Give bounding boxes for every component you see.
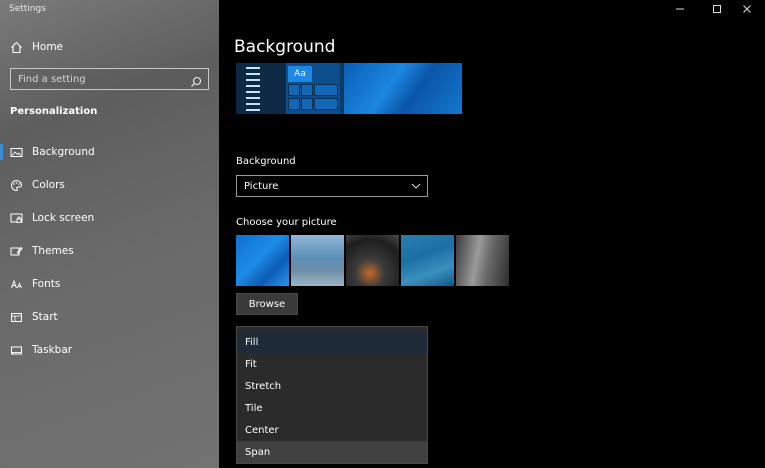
picture-thumbnail[interactable] [401, 235, 454, 286]
preview-tile [314, 84, 338, 96]
picture-thumbnail[interactable] [291, 235, 344, 286]
preview-menu-line [246, 85, 260, 87]
sidebar-item-label: Start [32, 311, 58, 323]
preview-menu-line [246, 79, 260, 81]
background-type-select[interactable]: Picture [236, 175, 428, 197]
preview-tiles: Aa [286, 63, 340, 114]
fonts-icon [9, 277, 23, 291]
lock-screen-icon [9, 211, 23, 225]
preview-sample-text: Aa [288, 66, 312, 82]
picture-thumbnail[interactable] [236, 235, 289, 286]
sidebar-item-taskbar[interactable]: Taskbar [0, 337, 219, 363]
sidebar-item-label: Home [32, 41, 64, 53]
start-icon [9, 310, 23, 324]
sidebar-item-label: Lock screen [32, 212, 95, 224]
page-title: Background [234, 37, 336, 57]
preview-menu-line [246, 67, 260, 69]
close-button[interactable] [729, 0, 765, 18]
minimize-button[interactable] [662, 0, 698, 18]
section-heading: Personalization [10, 106, 98, 117]
sidebar-item-label: Background [32, 146, 95, 158]
preview-menu-line [246, 97, 260, 99]
close-icon [743, 5, 751, 13]
sidebar: Settings Home Personalization Background… [0, 0, 219, 468]
background-label: Background [236, 156, 296, 167]
maximize-icon [713, 5, 721, 13]
home-icon [9, 40, 23, 54]
sidebar-item-background[interactable]: Background [0, 139, 219, 165]
fit-option-stretch[interactable]: Stretch [237, 375, 427, 397]
search-icon[interactable] [190, 73, 202, 87]
fit-option-fit[interactable]: Fit [237, 353, 427, 375]
preview-menu-line [246, 91, 260, 93]
choose-picture-label: Choose your picture [236, 217, 337, 228]
picture-thumbnail[interactable] [456, 235, 509, 286]
search-input[interactable] [18, 73, 188, 85]
fit-option-tile[interactable]: Tile [237, 397, 427, 419]
app-title: Settings [9, 4, 46, 14]
preview-desktop [344, 63, 462, 114]
sidebar-item-label: Themes [32, 245, 74, 257]
background-type-value: Picture [244, 180, 279, 192]
preview-menu-line [246, 73, 260, 75]
preview-menu-line [246, 109, 260, 111]
sidebar-item-home[interactable]: Home [0, 34, 219, 60]
palette-icon [9, 178, 23, 192]
sidebar-item-label: Fonts [32, 278, 61, 290]
preview-tile [301, 98, 313, 110]
fit-option-span[interactable]: Span [237, 441, 427, 463]
picture-icon [9, 145, 23, 159]
background-preview: Aa [236, 63, 462, 114]
minimize-icon [676, 8, 684, 10]
preview-start-menu [236, 63, 286, 114]
preview-tile [288, 84, 300, 96]
preview-tile [301, 84, 313, 96]
fit-option-center[interactable]: Center [237, 419, 427, 441]
browse-button[interactable]: Browse [236, 293, 298, 315]
themes-icon [9, 244, 23, 258]
preview-tile [288, 98, 300, 110]
picture-thumbnail[interactable] [346, 235, 399, 286]
sidebar-item-lock-screen[interactable]: Lock screen [0, 205, 219, 231]
preview-menu-line [246, 103, 260, 105]
search-box [10, 68, 209, 90]
sidebar-item-fonts[interactable]: Fonts [0, 271, 219, 297]
taskbar-icon [9, 343, 23, 357]
fit-option-fill[interactable]: Fill [237, 331, 427, 353]
sidebar-item-colors[interactable]: Colors [0, 172, 219, 198]
sidebar-item-label: Taskbar [32, 344, 73, 356]
chevron-down-icon [411, 183, 421, 189]
sidebar-item-start[interactable]: Start [0, 304, 219, 330]
picture-thumbnails [236, 235, 509, 286]
preview-tile [314, 98, 338, 110]
fit-dropdown-list: Fill Fit Stretch Tile Center Span [236, 326, 428, 464]
sidebar-item-label: Colors [32, 179, 65, 191]
sidebar-item-themes[interactable]: Themes [0, 238, 219, 264]
